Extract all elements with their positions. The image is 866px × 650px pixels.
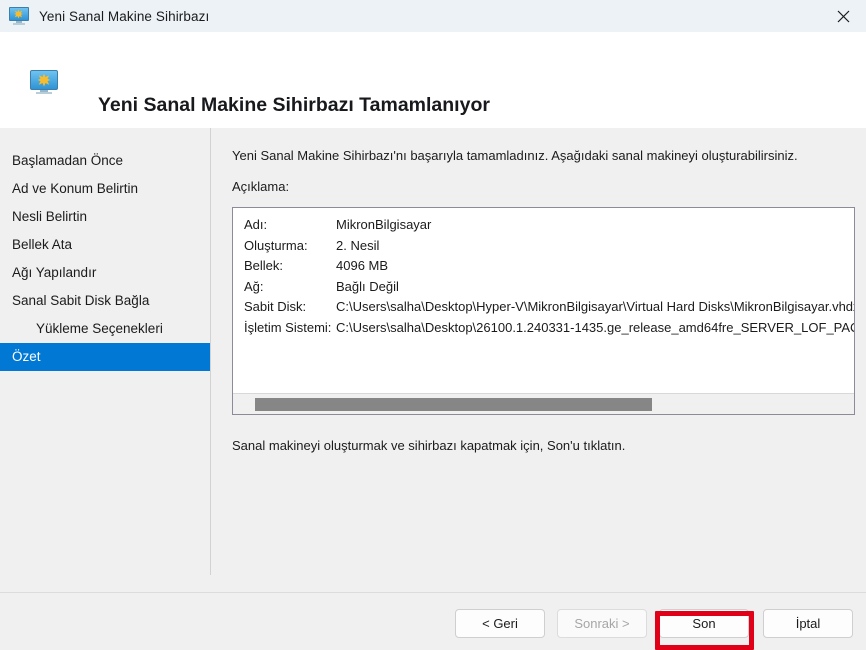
table-row: Bellek: 4096 MB — [233, 256, 854, 277]
back-button[interactable]: < Geri — [455, 609, 545, 638]
detail-value: 2. Nesil — [336, 237, 380, 253]
finish-button[interactable]: Son — [659, 609, 749, 638]
description-label: Açıklama: — [232, 179, 290, 194]
cancel-button[interactable]: İptal — [763, 609, 853, 638]
intro-text: Yeni Sanal Makine Sihirbazı'nı başarıyla… — [232, 148, 798, 163]
close-icon[interactable] — [820, 0, 866, 32]
window-titlebar: Yeni Sanal Makine Sihirbazı — [0, 0, 866, 32]
detail-value: MikronBilgisayar — [336, 217, 432, 232]
page-title: Yeni Sanal Makine Sihirbazı Tamamlanıyor — [98, 94, 490, 116]
table-row: Ağ: Bağlı Değil — [233, 277, 854, 298]
sidebar-item-connect-virtual-hard-disk[interactable]: Sanal Sabit Disk Bağla — [0, 287, 210, 315]
wizard-steps-sidebar: Başlamadan Önce Ad ve Konum Belirtin Nes… — [0, 147, 210, 371]
description-rows: Adı: MikronBilgisayar Oluşturma: 2. Nesil … — [233, 208, 854, 338]
sidebar-item-configure-networking[interactable]: Ağı Yapılandır — [0, 259, 210, 287]
table-row: Adı: MikronBilgisayar — [233, 215, 854, 236]
sidebar-item-specify-name-location[interactable]: Ad ve Konum Belirtin — [0, 175, 210, 203]
virtual-machine-monitor-icon — [9, 7, 29, 25]
detail-label: Oluşturma: — [244, 237, 308, 253]
detail-value: Bağlı Değil — [336, 278, 399, 294]
detail-value: C:\Users\salha\Desktop\26100.1.240331-14… — [336, 319, 854, 335]
window-title: Yeni Sanal Makine Sihirbazı — [39, 8, 210, 24]
horizontal-scrollbar[interactable] — [233, 393, 854, 414]
table-row: Sabit Disk: C:\Users\salha\Desktop\Hyper-… — [233, 297, 854, 318]
detail-label: Ağ: — [244, 278, 264, 294]
sidebar-item-installation-options[interactable]: Yükleme Seçenekleri — [0, 315, 210, 343]
wizard-header: Yeni Sanal Makine Sihirbazı Tamamlanıyor — [0, 32, 866, 128]
sidebar-item-before-you-begin[interactable]: Başlamadan Önce — [0, 147, 210, 175]
table-row: Oluşturma: 2. Nesil — [233, 236, 854, 257]
detail-label: Bellek: — [244, 258, 284, 273]
sidebar-item-assign-memory[interactable]: Bellek Ata — [0, 231, 210, 259]
wizard-footer: < Geri Sonraki > Son İptal — [0, 592, 866, 650]
description-box[interactable]: Adı: MikronBilgisayar Oluşturma: 2. Nesil … — [232, 207, 855, 415]
sidebar-item-specify-generation[interactable]: Nesli Belirtin — [0, 203, 210, 231]
detail-value: 4096 MB — [336, 258, 389, 273]
detail-value: C:\Users\salha\Desktop\Hyper-V\MikronBil… — [336, 299, 854, 314]
sidebar-item-summary[interactable]: Özet — [0, 343, 210, 371]
detail-label: İşletim Sistemi: — [244, 319, 332, 335]
detail-label: Adı: — [244, 217, 268, 232]
virtual-machine-monitor-icon — [30, 70, 58, 95]
wizard-content: Başlamadan Önce Ad ve Konum Belirtin Nes… — [0, 128, 866, 592]
sidebar-divider — [210, 128, 211, 575]
table-row: İşletim Sistemi: C:\Users\salha\Desktop\2… — [233, 318, 854, 339]
detail-label: Sabit Disk: — [244, 299, 307, 314]
bottom-note: Sanal makineyi oluşturmak ve sihirbazı k… — [232, 438, 626, 453]
next-button: Sonraki > — [557, 609, 647, 638]
scrollbar-thumb[interactable] — [255, 398, 652, 411]
